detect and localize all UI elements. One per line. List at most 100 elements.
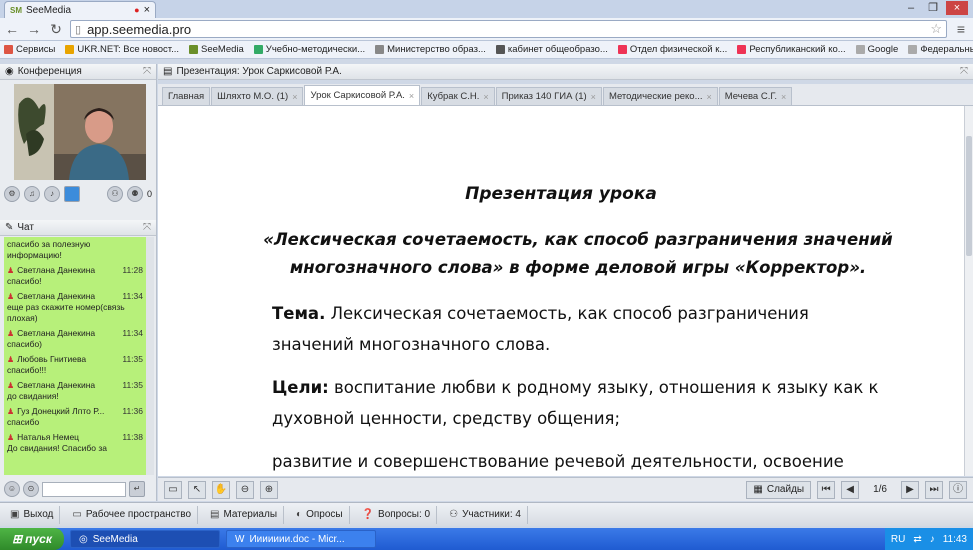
bookmark-item[interactable]: Учебно-методически...: [253, 44, 365, 55]
close-tab-icon[interactable]: ×: [144, 4, 150, 16]
close-presentation-icon[interactable]: ⤧: [960, 66, 968, 77]
zoom-in-icon[interactable]: ⊕: [260, 480, 278, 499]
doc-tab[interactable]: Приказ 140 ГИА (1) ×: [495, 87, 602, 105]
doc-tab[interactable]: Урок Саркисовой Р.А. ×: [304, 85, 421, 105]
close-tab-icon[interactable]: ×: [591, 92, 596, 102]
url-text: app.seemedia.pro: [87, 21, 192, 37]
slides-label: Слайды: [766, 484, 805, 495]
bookmark-icon: [737, 45, 747, 54]
minimize-button[interactable]: –: [900, 1, 922, 15]
presentation-header: ▤ Презентация: Урок Саркисовой Р.А. ⤧: [158, 64, 973, 80]
slides-button[interactable]: ▦ Слайды: [746, 480, 812, 499]
maximize-button[interactable]: ❐: [922, 1, 944, 15]
next-page-icon[interactable]: ▶: [901, 480, 919, 499]
bookmark-item[interactable]: Сервисы: [4, 44, 55, 55]
doc-subtitle-line1: «Лексическая сочетаемость, как способ ра…: [263, 230, 893, 249]
chat-text: До свидания! Спасибо за: [7, 443, 107, 453]
fullscreen-icon[interactable]: ▭: [164, 480, 182, 499]
chat-message: ♟ Любовь Гнитиева 11:35 спасибо!!!: [4, 352, 146, 378]
reload-button[interactable]: ↻: [48, 21, 64, 38]
doc-tab[interactable]: Мечева С.Г. ×: [718, 87, 793, 105]
chat-author: Гуз Донецкий Лпто Р...: [17, 406, 105, 416]
screen-icon[interactable]: [64, 186, 80, 202]
bookmark-item[interactable]: Федеральный Инсти...: [908, 44, 973, 55]
first-page-icon[interactable]: ⏮: [817, 480, 836, 499]
chat-input[interactable]: [42, 481, 126, 497]
materials-button[interactable]: ▤ Материалы: [204, 505, 285, 524]
doc-tab[interactable]: Шляхто М.О. (1) ×: [211, 87, 304, 105]
workspace-icon: ▭: [72, 509, 82, 520]
participants-button[interactable]: ⚇ Участники: 4: [443, 505, 528, 524]
bookmark-icon: [855, 45, 865, 54]
doc-tab-label: Приказ 140 ГИА (1): [501, 91, 587, 102]
close-tab-icon[interactable]: ×: [292, 92, 297, 102]
doc-tab[interactable]: Методические реко... ×: [602, 87, 718, 105]
task-seemedia[interactable]: ◎ SeeMedia: [70, 530, 220, 548]
goals-label: Цели:: [272, 378, 329, 397]
info-icon[interactable]: ⓘ: [949, 480, 967, 499]
bookmark-item[interactable]: Отдел физической к...: [617, 44, 727, 55]
chat-settings-icon[interactable]: ⊙: [23, 481, 39, 497]
scrollbar-thumb[interactable]: [966, 136, 972, 256]
microphone-icon[interactable]: ♪: [44, 186, 60, 202]
prev-page-icon[interactable]: ◀: [841, 480, 860, 499]
bookmark-item[interactable]: Министерство образ...: [375, 44, 486, 55]
browser-tab[interactable]: SM SeeMedia ● ×: [4, 1, 156, 18]
close-tab-icon[interactable]: ×: [781, 92, 786, 102]
bookmark-item[interactable]: Google: [855, 44, 898, 55]
start-button[interactable]: ⊞ пуск: [0, 528, 64, 550]
participants-count: 0: [146, 189, 152, 199]
forward-button[interactable]: →: [26, 21, 42, 37]
bookmark-item[interactable]: Республиканский ко...: [737, 44, 846, 55]
close-conference-icon[interactable]: ⤧: [143, 66, 151, 77]
close-window-button[interactable]: ×: [946, 1, 968, 15]
hand-icon[interactable]: ✋: [212, 480, 230, 499]
bookmark-item[interactable]: SeeMedia: [189, 44, 244, 55]
user-icon: ♟: [7, 381, 15, 390]
close-tab-icon[interactable]: ×: [483, 92, 488, 102]
windows-taskbar: ⊞ пуск ◎ SeeMedia W Иииииии.doc - Micr... R…: [0, 528, 973, 550]
goals-line1: воспитание любви к родному языку, отноше…: [328, 378, 879, 397]
language-indicator[interactable]: RU: [891, 534, 905, 545]
bookmark-item[interactable]: кабинет общеобразо...: [495, 44, 608, 55]
close-chat-icon[interactable]: ⤧: [143, 222, 151, 233]
participants-icon[interactable]: ⚉: [126, 186, 143, 202]
volume-icon[interactable]: ♪: [930, 534, 935, 545]
settings-icon[interactable]: ⚙: [4, 186, 20, 202]
emoji-icon[interactable]: ☺: [4, 481, 20, 497]
add-user-icon[interactable]: ⚇: [106, 186, 123, 202]
headset-icon[interactable]: ♫: [24, 186, 40, 202]
close-tab-icon[interactable]: ×: [707, 92, 712, 102]
user-icon: ♟: [7, 433, 15, 442]
document-scrollbar[interactable]: [964, 106, 973, 476]
chat-time: 11:34: [122, 291, 143, 301]
back-button[interactable]: ←: [4, 21, 20, 37]
last-page-icon[interactable]: ⏭: [925, 480, 943, 499]
zoom-out-icon[interactable]: ⊖: [236, 480, 254, 499]
chat-scrollbar[interactable]: [146, 237, 154, 475]
bookmark-label: Министерство образ...: [387, 44, 486, 55]
address-bar[interactable]: ▯ app.seemedia.pro ☆: [70, 20, 947, 38]
doc-tab-label: Кубрак С.Н.: [427, 91, 480, 102]
user-icon: ♟: [7, 407, 15, 416]
bookmark-star-icon[interactable]: ☆: [930, 21, 942, 37]
send-icon[interactable]: ↵: [129, 481, 145, 497]
network-icon[interactable]: ⇄: [913, 534, 921, 545]
pointer-icon[interactable]: ↖: [188, 480, 206, 499]
polls-button[interactable]: ◐ Опросы: [290, 505, 350, 524]
questions-button[interactable]: ❓ Вопросы: 0: [356, 505, 438, 524]
chrome-icon: ◎: [79, 533, 88, 545]
workspace-button[interactable]: ▭ Рабочее пространство: [66, 505, 199, 524]
doc-tab-label: Главная: [168, 91, 205, 102]
doc-tab[interactable]: Кубрак С.Н. ×: [421, 87, 495, 105]
close-tab-icon[interactable]: ×: [409, 91, 414, 101]
exit-button[interactable]: ▣ Выход: [4, 505, 61, 524]
menu-icon[interactable]: ≡: [953, 21, 969, 37]
chat-time: 11:28: [122, 265, 143, 275]
chat-message: спасибо за полезную информацию!: [4, 237, 146, 263]
doc-goals: Цели: воспитание любви к родному языку, …: [272, 372, 912, 403]
doc-tab[interactable]: Главная: [162, 87, 211, 105]
bookmark-item[interactable]: UKR.NET: Все новост...: [65, 44, 179, 55]
user-icon: ♟: [7, 292, 15, 301]
task-word[interactable]: W Иииииии.doc - Micr...: [226, 530, 376, 548]
